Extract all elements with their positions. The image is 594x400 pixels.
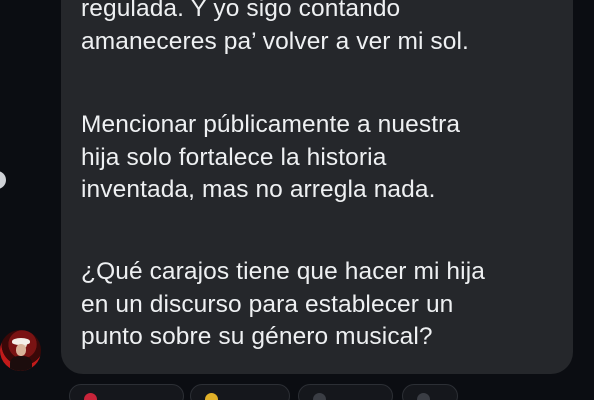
reaction-pill-heart[interactable] [69, 384, 184, 400]
reaction-icon [313, 393, 326, 400]
avatar-body [10, 356, 32, 371]
message-line: regulada. Y yo sigo contando [81, 0, 401, 22]
message-line: ¿Qué carajos tiene que hacer mi hija [81, 258, 485, 285]
reaction-bar [69, 384, 469, 400]
reaction-icon [417, 393, 430, 400]
message-line: amaneceres pa’ volver a ver mi sol. [81, 27, 469, 55]
heart-icon [84, 393, 97, 400]
message-paragraph: regulada. Y yo sigo contando amaneceres … [81, 0, 469, 58]
reaction-pill-emoji[interactable] [190, 384, 290, 400]
message-line: en un discurso para establecer un [81, 290, 454, 318]
sender-avatar[interactable] [0, 330, 41, 371]
reaction-pill[interactable] [298, 384, 393, 400]
scroll-indicator[interactable] [0, 171, 6, 189]
message-line: punto sobre su género musical? [81, 323, 433, 350]
message-paragraph: Mencionar públicamente a nuestra hija so… [81, 109, 460, 207]
message-line: Mencionar públicamente a nuestra [81, 111, 461, 138]
message-line: inventada, mas no arregla nada. [81, 176, 436, 203]
message-paragraph: ¿Qué carajos tiene que hacer mi hija en … [81, 256, 485, 354]
emoji-icon [205, 393, 218, 400]
chat-screen: regulada. Y yo sigo contando amaneceres … [0, 0, 594, 400]
avatar-face [16, 344, 26, 356]
message-line: hija solo fortalece la historia [81, 143, 387, 171]
reaction-pill[interactable] [402, 384, 458, 400]
